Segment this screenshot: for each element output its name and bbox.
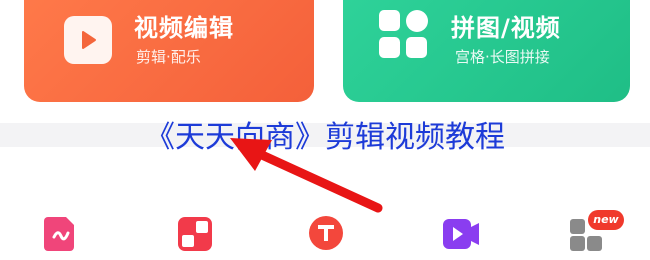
doc-icon[interactable] <box>40 213 80 253</box>
collage-icon[interactable] <box>176 213 216 253</box>
video-icon[interactable] <box>441 213 481 253</box>
text-icon[interactable] <box>306 213 346 253</box>
new-badge: new <box>588 210 624 230</box>
